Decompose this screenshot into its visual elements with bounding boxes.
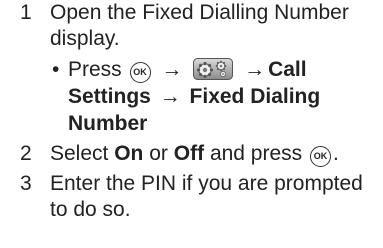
ok-key-icon: OK: [310, 146, 332, 167]
step-text: Select On or Off and press OK.: [50, 141, 380, 167]
manual-page: 1 Open the Fixed Dialling Number display…: [0, 0, 383, 248]
step-number: 1: [20, 1, 32, 24]
arrow-icon: →: [159, 85, 181, 108]
select-label: Select: [50, 142, 109, 165]
or-label: or: [149, 142, 168, 165]
step-2: 2 Select On or Off and press OK.: [20, 141, 380, 167]
step-3: 3 Enter the PIN if you are prompted to d…: [20, 171, 380, 223]
ok-key-icon: OK: [129, 62, 151, 83]
step-text: Open the Fixed Dialling Number display.: [50, 1, 349, 50]
and-press-label: and press: [209, 142, 303, 165]
on-option-label: On: [114, 142, 144, 165]
step-1: 1 Open the Fixed Dialling Number display…: [20, 0, 380, 137]
substep-instruction: • Press OK → → Call Settings → Fixed Dia…: [50, 56, 380, 137]
step-number: 3: [20, 172, 32, 195]
arrow-icon: →: [161, 58, 183, 81]
step-text: Enter the PIN if you are prompted to do …: [50, 172, 363, 221]
press-label: Press: [68, 58, 122, 81]
settings-gear-icon: [193, 58, 234, 80]
period: .: [333, 142, 339, 165]
step-list: 1 Open the Fixed Dialling Number display…: [20, 0, 380, 227]
step-number: 2: [20, 142, 32, 165]
arrow-icon: →: [244, 58, 266, 81]
off-option-label: Off: [173, 142, 205, 165]
bullet: •: [52, 58, 60, 81]
